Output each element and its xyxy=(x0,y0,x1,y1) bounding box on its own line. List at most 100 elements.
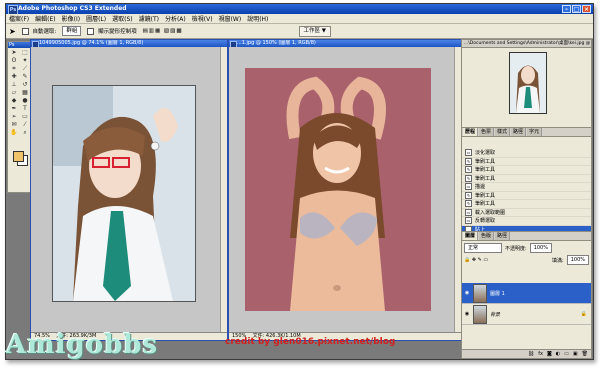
link-layers-icon[interactable]: ⛓ xyxy=(528,350,534,358)
layer-style-icon[interactable]: fx xyxy=(538,350,543,358)
foreground-color-swatch[interactable] xyxy=(13,151,24,162)
history-item[interactable]: ✎ 筆刷工具 xyxy=(462,166,591,175)
options-bar: ➤ 自動選取: 群組 顯示變形控制項 ▤▥▦ ▧▨▩ 工作區 ▼ xyxy=(6,24,593,39)
history-step-icon: ▭ xyxy=(465,208,472,216)
pen-tool-icon[interactable]: ✒ xyxy=(9,105,19,112)
auto-select-dropdown[interactable]: 群組 xyxy=(62,26,82,36)
adjustment-layer-icon[interactable]: ◐ xyxy=(556,350,560,358)
opacity-label: 不透明度: xyxy=(505,245,527,252)
tab-swatches[interactable]: 色票 xyxy=(479,128,495,136)
history-item[interactable]: ▭ 描邊 xyxy=(462,183,591,192)
layer-mask-icon[interactable]: ◙ xyxy=(547,350,552,358)
document-2-title-bar[interactable]: ...1.jpg @ 150% (圖層 1, RGB/8) xyxy=(229,40,461,47)
visibility-eye-icon[interactable]: ◉ xyxy=(464,311,470,317)
show-transform-option[interactable]: 顯示變形控制項 xyxy=(87,27,137,35)
menu-image[interactable]: 影像(I) xyxy=(62,14,80,23)
new-layer-icon[interactable]: ▣ xyxy=(573,350,578,358)
workspace-button[interactable]: 工作區 ▼ xyxy=(298,26,331,37)
notes-tool-icon[interactable]: ✉ xyxy=(9,121,19,128)
close-button[interactable]: × xyxy=(582,5,591,13)
blend-mode-dropdown[interactable]: 正常 xyxy=(464,243,502,253)
history-item-label: 筆刷工具 xyxy=(475,167,496,174)
layer-row-background[interactable]: ◉ 背景 🔒 xyxy=(462,304,591,325)
maximize-button[interactable]: □ xyxy=(572,5,581,13)
shape-tool-icon[interactable]: ▭ xyxy=(20,113,30,120)
document-window-1[interactable]: 1049905005.jpg @ 74.1% (圖層 1, RGB/8) 74.… xyxy=(30,39,228,341)
brush-tool-icon[interactable]: ✎ xyxy=(20,73,30,80)
tab-channels[interactable]: 色版 xyxy=(479,232,495,240)
menu-help[interactable]: 說明(H) xyxy=(247,14,268,23)
fill-input[interactable]: 100% xyxy=(566,255,589,265)
layer-name: 圖層 1 xyxy=(490,290,505,297)
type-tool-icon[interactable]: T xyxy=(20,105,30,112)
new-group-icon[interactable]: ▭ xyxy=(564,350,569,358)
slice-tool-icon[interactable]: ⟋ xyxy=(20,65,30,72)
layers-panel: 圖層 色版 路徑 正常 不透明度: 100% 🔒 ✥ ✎ ▭ 填滿: 100% … xyxy=(461,231,592,359)
zoom-tool-icon[interactable]: ⌕ xyxy=(20,129,30,136)
history-brush-icon[interactable]: ↺ xyxy=(20,81,30,88)
eraser-tool-icon[interactable]: ▱ xyxy=(9,89,19,96)
menu-view[interactable]: 檢視(V) xyxy=(192,14,213,23)
gradient-tool-icon[interactable]: ▦ xyxy=(20,89,30,96)
tab-styles[interactable]: 樣式 xyxy=(495,128,511,136)
document-2-scrollbar[interactable] xyxy=(454,47,461,333)
tab-paths[interactable]: 路徑 xyxy=(511,128,527,136)
auto-select-label: 自動選取: xyxy=(32,29,57,35)
auto-select-checkbox[interactable] xyxy=(21,28,29,35)
opacity-input[interactable]: 100% xyxy=(529,243,552,253)
history-item[interactable]: ✎ 筆刷工具 xyxy=(462,191,591,200)
menu-filter[interactable]: 濾鏡(T) xyxy=(139,14,159,23)
layer-options-row: 正常 不透明度: 100% xyxy=(462,241,591,255)
visibility-eye-icon[interactable]: ◉ xyxy=(464,290,470,296)
layer-row-layer-1[interactable]: ◉ 圖層 1 xyxy=(462,283,591,304)
auto-select-option[interactable]: 自動選取: xyxy=(21,27,57,35)
marquee-tool-icon[interactable]: ⬚ xyxy=(20,49,30,56)
show-transform-checkbox[interactable] xyxy=(87,28,95,35)
navigator-thumbnail[interactable] xyxy=(509,52,547,114)
cosplay-photo-image xyxy=(53,86,195,301)
history-item[interactable]: ▭ 反轉選取 xyxy=(462,217,591,226)
lasso-tool-icon[interactable]: ʘ xyxy=(9,57,19,64)
layer-thumbnail xyxy=(473,304,487,324)
layers-panel-tabs: 圖層 色版 路徑 xyxy=(462,232,591,241)
navigator-title: ...\Documents and Settings\Administrator… xyxy=(462,40,591,48)
history-item[interactable]: ▭ 淡化選取 xyxy=(462,149,591,158)
path-select-icon[interactable]: ➢ xyxy=(9,113,19,120)
document-1-scrollbar[interactable] xyxy=(220,47,227,333)
menu-bar: 檔案(F) 編輯(E) 影像(I) 圖層(L) 選取(S) 濾鏡(T) 分析(A… xyxy=(6,14,593,24)
eyedropper-icon[interactable]: ⁄ xyxy=(20,121,30,128)
history-item[interactable]: ✎ 筆刷工具 xyxy=(462,174,591,183)
crop-tool-icon[interactable]: ⌗ xyxy=(9,65,19,72)
move-tool-icon[interactable]: ➤ xyxy=(9,27,16,36)
model-photo-image xyxy=(245,68,431,311)
dodge-tool-icon[interactable]: ● xyxy=(20,97,30,104)
menu-edit[interactable]: 編輯(E) xyxy=(35,14,55,23)
history-item-label: 筆刷工具 xyxy=(475,201,496,208)
move-tool-icon[interactable]: ➤ xyxy=(9,49,19,56)
history-item[interactable]: ✎ 筆刷工具 xyxy=(462,200,591,209)
hand-tool-icon[interactable]: ✋ xyxy=(9,129,19,136)
menu-select[interactable]: 選取(S) xyxy=(112,14,133,23)
healing-brush-icon[interactable]: ✚ xyxy=(9,73,19,80)
tab-history[interactable]: 歷程 xyxy=(463,128,479,136)
menu-window[interactable]: 視窗(W) xyxy=(219,14,242,23)
history-item[interactable]: ✎ 筆刷工具 xyxy=(462,157,591,166)
menu-analysis[interactable]: 分析(A) xyxy=(165,14,186,23)
blur-tool-icon[interactable]: ◆ xyxy=(9,97,19,104)
tab-layers[interactable]: 圖層 xyxy=(463,232,479,240)
tab-character[interactable]: 字元 xyxy=(527,128,543,136)
minimize-button[interactable]: – xyxy=(562,5,571,13)
document-window-2[interactable]: ...1.jpg @ 150% (圖層 1, RGB/8) 150% 文件: 4… xyxy=(228,39,462,341)
stamp-tool-icon[interactable]: ⊥ xyxy=(9,81,19,88)
title-bar: Ps Adobe Photoshop CS3 Extended – □ × xyxy=(6,4,593,15)
lock-icons[interactable]: 🔒 ✥ ✎ ▭ xyxy=(464,257,488,263)
menu-layer[interactable]: 圖層(L) xyxy=(86,14,106,23)
trash-icon[interactable]: 🗑 xyxy=(582,350,588,358)
menu-file[interactable]: 檔案(F) xyxy=(9,14,29,23)
tab-layer-paths[interactable]: 路徑 xyxy=(495,232,511,240)
history-item[interactable]: ▭ 載入選取範圍 xyxy=(462,208,591,217)
document-1-title-bar[interactable]: 1049905005.jpg @ 74.1% (圖層 1, RGB/8) xyxy=(31,40,227,47)
history-item-label: 筆刷工具 xyxy=(475,158,496,165)
magic-wand-icon[interactable]: ✦ xyxy=(20,57,30,64)
align-icons[interactable]: ▤▥▦ ▧▨▩ xyxy=(143,28,183,34)
